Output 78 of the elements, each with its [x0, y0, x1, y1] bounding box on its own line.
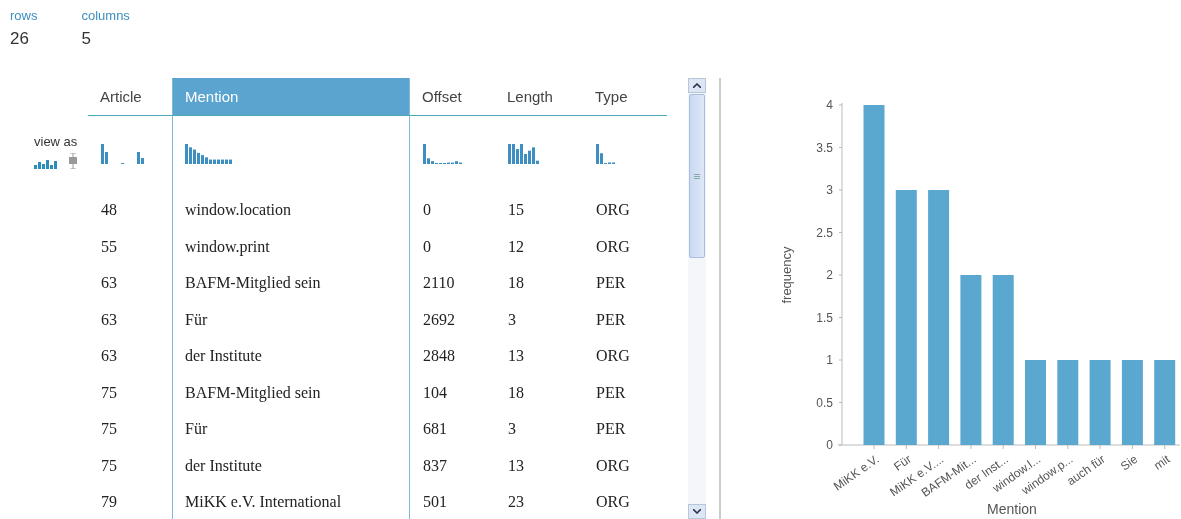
table-cell-text: 48	[100, 200, 118, 221]
y-tick-label: 2.5	[816, 225, 833, 240]
histogram-view-icon[interactable]	[34, 157, 58, 169]
scrollbar[interactable]	[688, 78, 706, 519]
table-cell-text: 63	[100, 346, 118, 367]
boxplot-view-icon[interactable]	[68, 153, 78, 169]
table-cell-text: 13	[507, 346, 525, 367]
x-tick-label: Sie	[1117, 452, 1141, 474]
table-cell-text: PER	[595, 382, 627, 403]
table-cell-text: PER	[595, 419, 627, 440]
table-cell-text: PER	[595, 273, 627, 294]
table-cell-text: 79	[100, 492, 118, 513]
table-cell-text: 501	[422, 492, 448, 513]
table-cell-text: ORG	[595, 492, 631, 513]
y-tick-label: 3	[826, 183, 833, 197]
table-cell-text: 63	[100, 273, 118, 294]
grip-icon	[694, 173, 700, 179]
table-cell-text: ORG	[595, 346, 631, 367]
table-cell-text: 0	[422, 236, 432, 257]
histogram-icon	[596, 144, 616, 164]
table-cell: Für	[172, 301, 410, 338]
table-cell-text: 23	[507, 492, 525, 513]
table-cell-text: 3	[507, 309, 517, 330]
table-cell-text: PER	[595, 309, 627, 330]
table-cell-text: 15	[507, 200, 525, 221]
y-tick-label: 3.5	[816, 140, 833, 155]
x-axis-title: Mention	[987, 501, 1037, 517]
y-tick-label: 0	[826, 438, 833, 452]
histogram-icon	[185, 144, 233, 164]
table-cell-text: 18	[507, 382, 525, 403]
y-tick-label: 4	[826, 98, 833, 112]
column-header[interactable]: Length	[495, 78, 583, 116]
table-cell-text: ORG	[595, 200, 631, 221]
table-cell-text: 0	[422, 200, 432, 221]
stat-label: rows	[10, 8, 38, 23]
y-tick-label: 0.5	[816, 395, 833, 410]
table-cell-text: 104	[422, 382, 448, 403]
table-cell-text: 3	[507, 419, 517, 440]
histogram-icon	[423, 144, 463, 164]
stat-value: 5	[81, 29, 92, 49]
x-tick-label: mit	[1151, 452, 1173, 473]
column-header[interactable]: Type	[583, 78, 667, 116]
table-cell: window.location	[172, 192, 410, 229]
table-cell-text: 2110	[422, 273, 456, 294]
y-tick-label: 1	[826, 353, 833, 367]
y-axis-title: frequency	[779, 246, 794, 304]
table-cell-text: 837	[422, 455, 448, 476]
stat-value: 26	[10, 29, 30, 49]
y-tick-label: 1.5	[816, 310, 833, 325]
scroll-up-icon[interactable]	[693, 83, 701, 88]
table-cell-text: 18	[507, 273, 525, 294]
table-cell: der Institute	[172, 338, 410, 375]
table-cell-text: ORG	[595, 455, 631, 476]
histogram-icon	[508, 144, 540, 164]
table-cell: BAFM-Mitglied sein	[172, 374, 410, 411]
table-cell-text: 75	[100, 419, 118, 440]
table-cell-text: ORG	[595, 236, 631, 257]
table-cell-text: 681	[422, 419, 448, 440]
column-header[interactable]: Offset	[410, 78, 495, 116]
x-tick-label: Für	[891, 452, 914, 474]
table-cell-text: 75	[100, 455, 118, 476]
table-cell-text: 2848	[422, 346, 456, 367]
table-cell-text: 63	[100, 309, 118, 330]
table-cell-text: 75	[100, 382, 118, 403]
y-tick-label: 2	[826, 268, 833, 282]
table-cell: Für	[172, 411, 410, 448]
scroll-down-icon[interactable]	[693, 509, 701, 514]
table-cell: BAFM-Mitglied sein	[172, 265, 410, 302]
histogram-icon	[101, 144, 145, 164]
table-cell: window.print	[172, 228, 410, 265]
view-as-label: view as	[34, 134, 79, 149]
table-cell: der Institute	[172, 447, 410, 484]
stat-label: columns	[81, 8, 130, 23]
table-cell: MiKK e.V. International	[172, 484, 410, 519]
table-cell-text: 55	[100, 236, 118, 257]
table-cell-text: 12	[507, 236, 525, 257]
table-cell-text: 2692	[422, 309, 456, 330]
table-cell-text: 13	[507, 455, 525, 476]
